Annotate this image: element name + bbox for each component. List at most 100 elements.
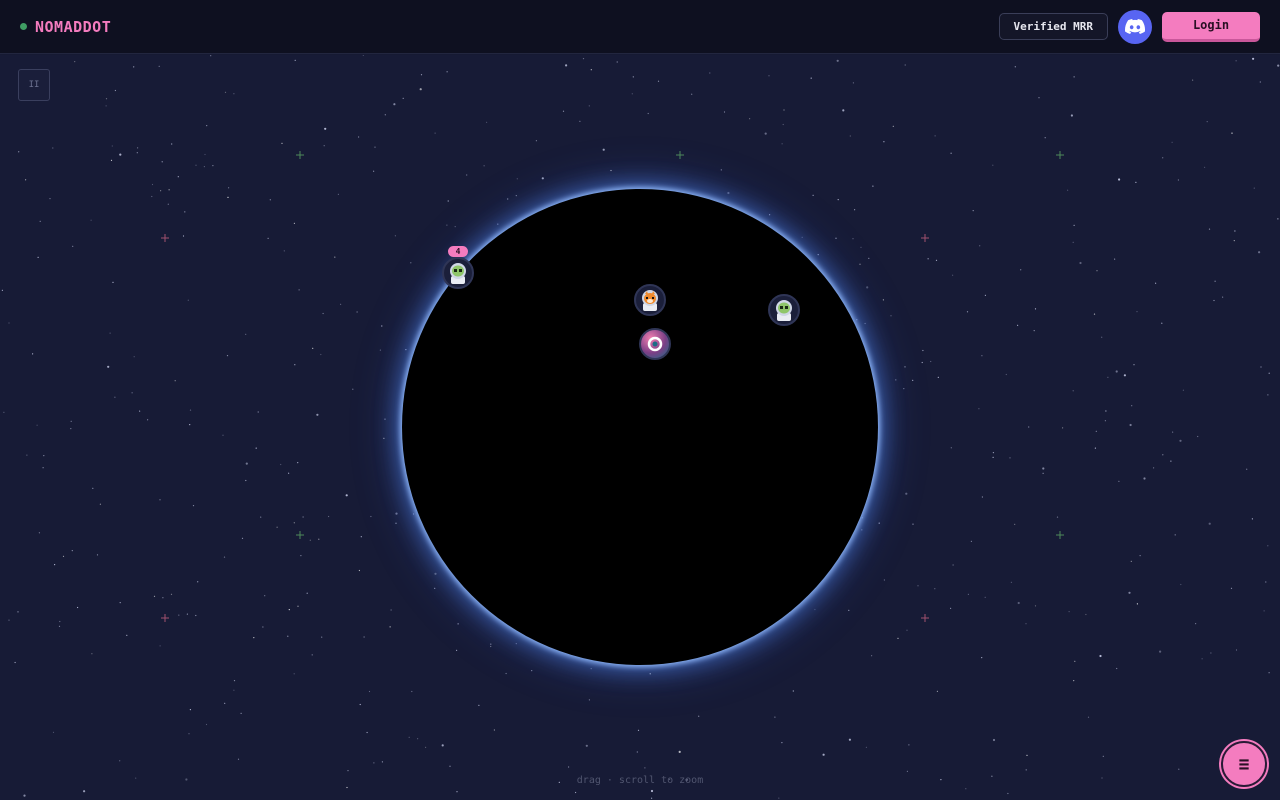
star	[281, 142, 283, 144]
star	[1014, 523, 1016, 525]
star	[934, 588, 936, 590]
star	[197, 581, 199, 583]
star	[590, 668, 592, 670]
star	[1253, 187, 1255, 189]
star	[890, 315, 892, 317]
pause-button[interactable]: II	[18, 69, 50, 101]
star	[411, 690, 413, 693]
star	[1104, 420, 1106, 422]
star	[912, 379, 914, 381]
star	[505, 672, 507, 675]
star	[14, 661, 16, 664]
star	[950, 447, 952, 449]
star	[412, 513, 415, 515]
star	[162, 597, 164, 599]
star	[425, 746, 427, 749]
star	[358, 136, 360, 138]
star	[70, 420, 72, 422]
star	[952, 274, 954, 276]
logo-avatar[interactable]	[639, 328, 671, 360]
star	[168, 189, 170, 191]
star	[8, 322, 10, 324]
star	[967, 593, 970, 596]
star	[384, 418, 386, 420]
star	[466, 174, 468, 176]
fox-icon	[642, 290, 658, 311]
star	[26, 454, 28, 456]
star	[1213, 299, 1215, 302]
star	[195, 614, 197, 617]
menu-button[interactable]: ≡	[1221, 741, 1267, 787]
grid-marker	[921, 234, 929, 242]
star	[90, 219, 92, 221]
star	[1135, 181, 1137, 183]
star	[774, 716, 776, 718]
star	[516, 178, 518, 180]
star	[906, 629, 908, 631]
star	[405, 349, 407, 351]
star	[346, 786, 348, 789]
star	[848, 738, 852, 741]
star	[133, 356, 135, 358]
star	[1107, 376, 1109, 378]
star	[58, 625, 61, 627]
star	[358, 569, 360, 572]
alien-astronaut-avatar[interactable]	[768, 294, 800, 326]
login-button[interactable]: Login	[1162, 11, 1260, 42]
star	[126, 634, 128, 637]
star	[96, 554, 99, 556]
star	[575, 791, 577, 794]
alien-astronaut-avatar[interactable]	[442, 257, 474, 289]
star	[384, 114, 386, 116]
discord-button[interactable]	[1118, 9, 1152, 44]
star	[637, 729, 640, 731]
star	[153, 595, 156, 597]
star	[1074, 660, 1076, 662]
star	[490, 643, 492, 645]
star	[981, 496, 984, 498]
star	[31, 353, 34, 355]
star	[1180, 583, 1182, 586]
star	[1192, 79, 1194, 81]
star	[297, 462, 299, 464]
star	[390, 609, 392, 611]
star	[1123, 374, 1126, 377]
star	[782, 123, 784, 126]
star	[981, 355, 983, 357]
space-canvas[interactable]: II 4 drag · scroll to zoom ≡	[0, 55, 1280, 800]
star	[1259, 81, 1261, 83]
star	[39, 220, 41, 222]
star	[311, 654, 313, 656]
star	[781, 143, 783, 145]
star	[1204, 166, 1206, 168]
star	[186, 613, 188, 615]
star	[657, 80, 660, 82]
star	[1234, 230, 1236, 232]
star	[1007, 792, 1009, 795]
star	[984, 596, 986, 598]
brand-name[interactable]: NOMADDOT	[35, 18, 111, 36]
star	[835, 237, 837, 239]
star	[749, 118, 751, 120]
alien-icon	[776, 300, 792, 321]
fox-astronaut-avatar[interactable]	[634, 284, 666, 316]
star	[347, 770, 349, 772]
star	[535, 140, 538, 142]
star	[36, 424, 38, 426]
star	[1252, 57, 1255, 60]
star	[649, 673, 651, 675]
verified-mrr-button[interactable]: Verified MRR	[998, 13, 1108, 40]
star	[1130, 560, 1132, 562]
grid-marker	[296, 531, 304, 539]
star	[449, 765, 451, 767]
star	[356, 311, 358, 313]
star	[883, 579, 886, 581]
planet[interactable]	[402, 189, 878, 665]
star	[1208, 522, 1211, 525]
brand[interactable]: NOMADDOT	[20, 18, 111, 36]
star	[222, 434, 224, 436]
star	[1, 289, 3, 291]
star	[872, 185, 874, 187]
star	[434, 132, 436, 134]
star	[1042, 472, 1044, 474]
